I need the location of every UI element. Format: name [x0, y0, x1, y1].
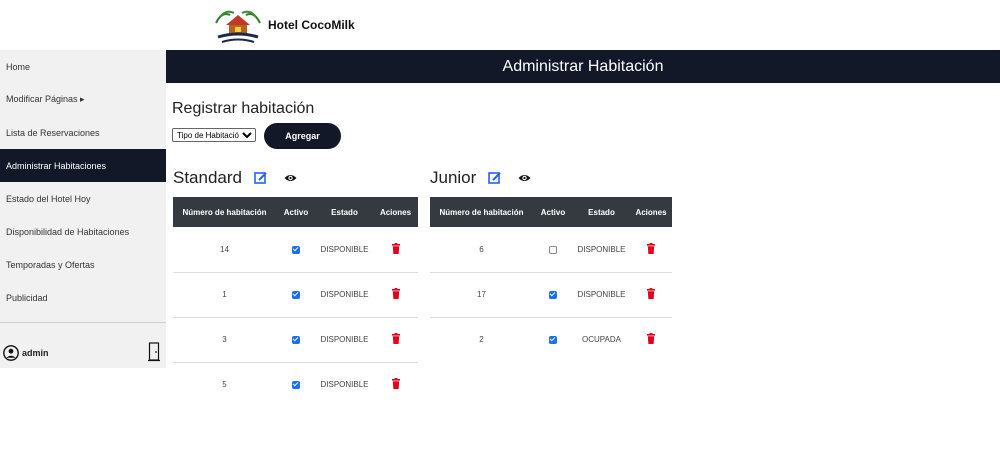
room-status: OCUPADA [582, 335, 621, 345]
section-header: Standard [173, 164, 418, 192]
delete-trash-icon[interactable] [391, 378, 400, 391]
col-acciones: Aciones [630, 197, 672, 227]
delete-trash-icon[interactable] [647, 242, 655, 256]
col-activo: Activo [533, 197, 573, 227]
room-status: DISPONIBLE [320, 380, 369, 390]
table-header-row: Número de habitación Activo Estado Acion… [173, 197, 418, 227]
delete-trash-icon[interactable] [647, 288, 655, 301]
sidebar-item-lista-reservaciones[interactable]: Lista de Reservaciones [0, 116, 166, 149]
active-checkbox[interactable] [549, 290, 557, 299]
eye-icon[interactable] [284, 173, 297, 183]
room-status: DISPONIBLE [573, 227, 630, 273]
room-type-select[interactable]: Tipo de Habitación [172, 128, 256, 142]
room-status: DISPONIBLE [316, 317, 373, 363]
register-title: Registrar habitación [172, 100, 315, 117]
room-number: 17 [430, 272, 533, 318]
rooms-table: Número de habitación Activo Estado Acion… [173, 197, 418, 407]
room-number: 14 [173, 227, 276, 273]
sidebar-item-estado-hotel[interactable]: Estado del Hotel Hoy [0, 182, 166, 215]
room-number: 3 [173, 317, 276, 363]
sidebar: Home Modificar Páginas ▸ Lista de Reserv… [0, 50, 166, 368]
sidebar-item-home[interactable]: Home [0, 50, 166, 83]
active-checkbox[interactable] [292, 381, 300, 390]
table-row: 3 DISPONIBLE [173, 317, 418, 363]
rooms-table: Número de habitación Activo Estado Acion… [430, 197, 672, 362]
user-avatar-icon [3, 345, 19, 361]
edit-icon[interactable] [488, 171, 502, 185]
delete-trash-icon[interactable] [391, 333, 400, 346]
active-checkbox[interactable] [292, 335, 300, 344]
hotel-logo-icon [215, 10, 261, 43]
table-row: 14 DISPONIBLE [173, 227, 418, 273]
brand-name: Hotel CocoMilk [268, 18, 355, 32]
sidebar-divider [0, 322, 166, 323]
table-row: 17 DISPONIBLE [430, 272, 672, 318]
table-header-row: Número de habitación Activo Estado Acion… [430, 197, 672, 227]
sidebar-item-disponibilidad[interactable]: Disponibilidad de Habitaciones [0, 215, 166, 248]
delete-trash-icon[interactable] [647, 333, 655, 346]
room-status: DISPONIBLE [316, 272, 373, 318]
eye-icon[interactable] [518, 173, 531, 183]
col-numero: Número de habitación [430, 197, 533, 227]
col-estado: Estado [316, 197, 373, 227]
active-checkbox[interactable] [549, 336, 557, 345]
active-checkbox[interactable] [292, 290, 300, 299]
section-title: Standard [173, 168, 242, 187]
delete-trash-icon[interactable] [391, 288, 400, 301]
col-estado: Estado [573, 197, 630, 227]
table-row: 5 DISPONIBLE [173, 362, 418, 407]
user-profile[interactable]: admin [0, 342, 166, 364]
section-standard: Standard Número de habitación Activo Est… [173, 164, 418, 407]
room-number: 5 [222, 380, 227, 390]
logout-door-icon[interactable] [148, 342, 160, 362]
col-activo: Activo [276, 197, 316, 227]
add-room-button[interactable]: Agregar [264, 123, 341, 149]
table-row: 6 DISPONIBLE [430, 227, 672, 273]
sidebar-item-administrar-habitaciones[interactable]: Administrar Habitaciones [0, 149, 166, 182]
active-checkbox[interactable] [549, 245, 557, 254]
room-status: DISPONIBLE [316, 227, 373, 273]
brand-logo: Hotel CocoMilk [212, 2, 355, 48]
col-acciones: Aciones [373, 197, 418, 227]
room-status: DISPONIBLE [573, 272, 630, 318]
page-title: Administrar Habitación [502, 57, 664, 75]
section-title: Junior [430, 168, 477, 187]
table-row: 2 OCUPADA [430, 317, 672, 362]
delete-trash-icon[interactable] [391, 242, 400, 256]
page-header: Administrar Habitación [166, 50, 1000, 83]
active-checkbox[interactable] [292, 245, 300, 254]
room-number: 6 [430, 227, 533, 273]
table-row: 1 DISPONIBLE [173, 272, 418, 318]
sidebar-item-temporadas[interactable]: Temporadas y Ofertas [0, 248, 166, 281]
sidebar-item-publicidad[interactable]: Publicidad [0, 281, 166, 314]
edit-icon[interactable] [254, 171, 268, 185]
room-number: 1 [173, 272, 276, 318]
room-number: 2 [479, 335, 484, 345]
section-header: Junior [430, 164, 672, 192]
col-numero: Número de habitación [173, 197, 276, 227]
username: admin [22, 348, 49, 358]
section-junior: Junior Número de habitación Activo Estad… [430, 164, 672, 362]
sidebar-item-modificar-paginas[interactable]: Modificar Páginas ▸ [0, 83, 166, 116]
